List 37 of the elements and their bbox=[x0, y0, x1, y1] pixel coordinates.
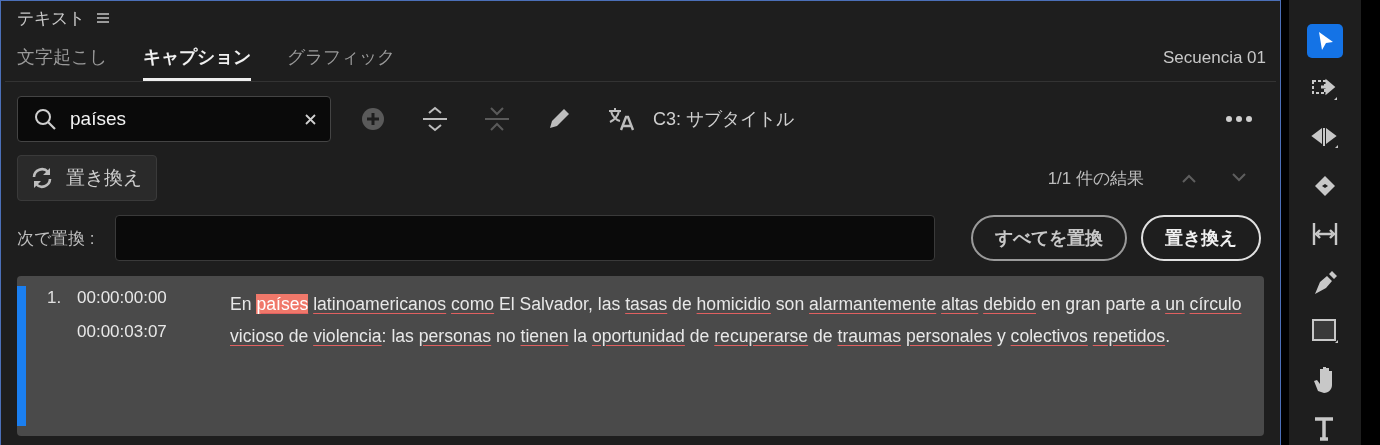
track-select-icon bbox=[1311, 77, 1339, 102]
arrow-tool[interactable] bbox=[1307, 24, 1343, 59]
tab[interactable]: 文字起こし bbox=[17, 35, 107, 81]
track-label: C3: サブタイトル bbox=[653, 108, 794, 131]
replace-label: 次で置換 : bbox=[17, 227, 96, 250]
search-icon bbox=[34, 108, 56, 130]
pen-icon bbox=[1313, 269, 1337, 296]
end-time: 00:00:03:07 bbox=[77, 322, 168, 342]
razor-icon bbox=[1313, 174, 1337, 199]
caption-text: En países latinoamericanos como El Salvador, las tasas de homicidio son alarmantemente altas debido en gran parte a un círculo vicioso de violencia: las personas no tienen la oportunidad de recuperarse de traumas personales y colectivos repetidos. bbox=[230, 293, 1243, 348]
replace-field[interactable] bbox=[115, 215, 935, 261]
sequence-name: Secuencia 01 bbox=[1162, 48, 1266, 68]
translate-icon bbox=[607, 106, 635, 132]
slip-icon bbox=[1311, 221, 1339, 248]
panel-title: テキスト bbox=[17, 7, 85, 30]
caption-card[interactable] bbox=[17, 276, 1264, 436]
replace-button[interactable]: 置き換え bbox=[1141, 215, 1261, 261]
menu-icon[interactable] bbox=[97, 13, 109, 23]
caption-number: 1. bbox=[47, 288, 63, 308]
ripple-icon bbox=[1311, 125, 1339, 150]
chevron-up-icon bbox=[1181, 172, 1197, 183]
replace-toggle-button[interactable]: 置き換え bbox=[17, 155, 157, 201]
plus-icon bbox=[361, 107, 385, 131]
collapse-icon bbox=[483, 105, 511, 133]
rectangle-icon bbox=[1311, 318, 1339, 345]
tab[interactable]: グラフィック bbox=[287, 35, 395, 81]
chevron-down-icon bbox=[1231, 172, 1247, 183]
clear-icon[interactable] bbox=[305, 113, 316, 125]
refresh-icon bbox=[30, 166, 54, 190]
search-input[interactable]: países bbox=[68, 107, 293, 131]
replace-all-button[interactable]: すべてを置換 bbox=[971, 215, 1127, 261]
tab[interactable]: キャプション bbox=[143, 35, 251, 81]
more-icon[interactable] bbox=[1226, 116, 1252, 122]
search-field[interactable]: países bbox=[17, 96, 331, 142]
start-time: 00:00:00:00 bbox=[77, 288, 168, 308]
result-count: 1/1 件の結果 bbox=[1047, 167, 1144, 190]
expand-icon bbox=[421, 105, 449, 133]
